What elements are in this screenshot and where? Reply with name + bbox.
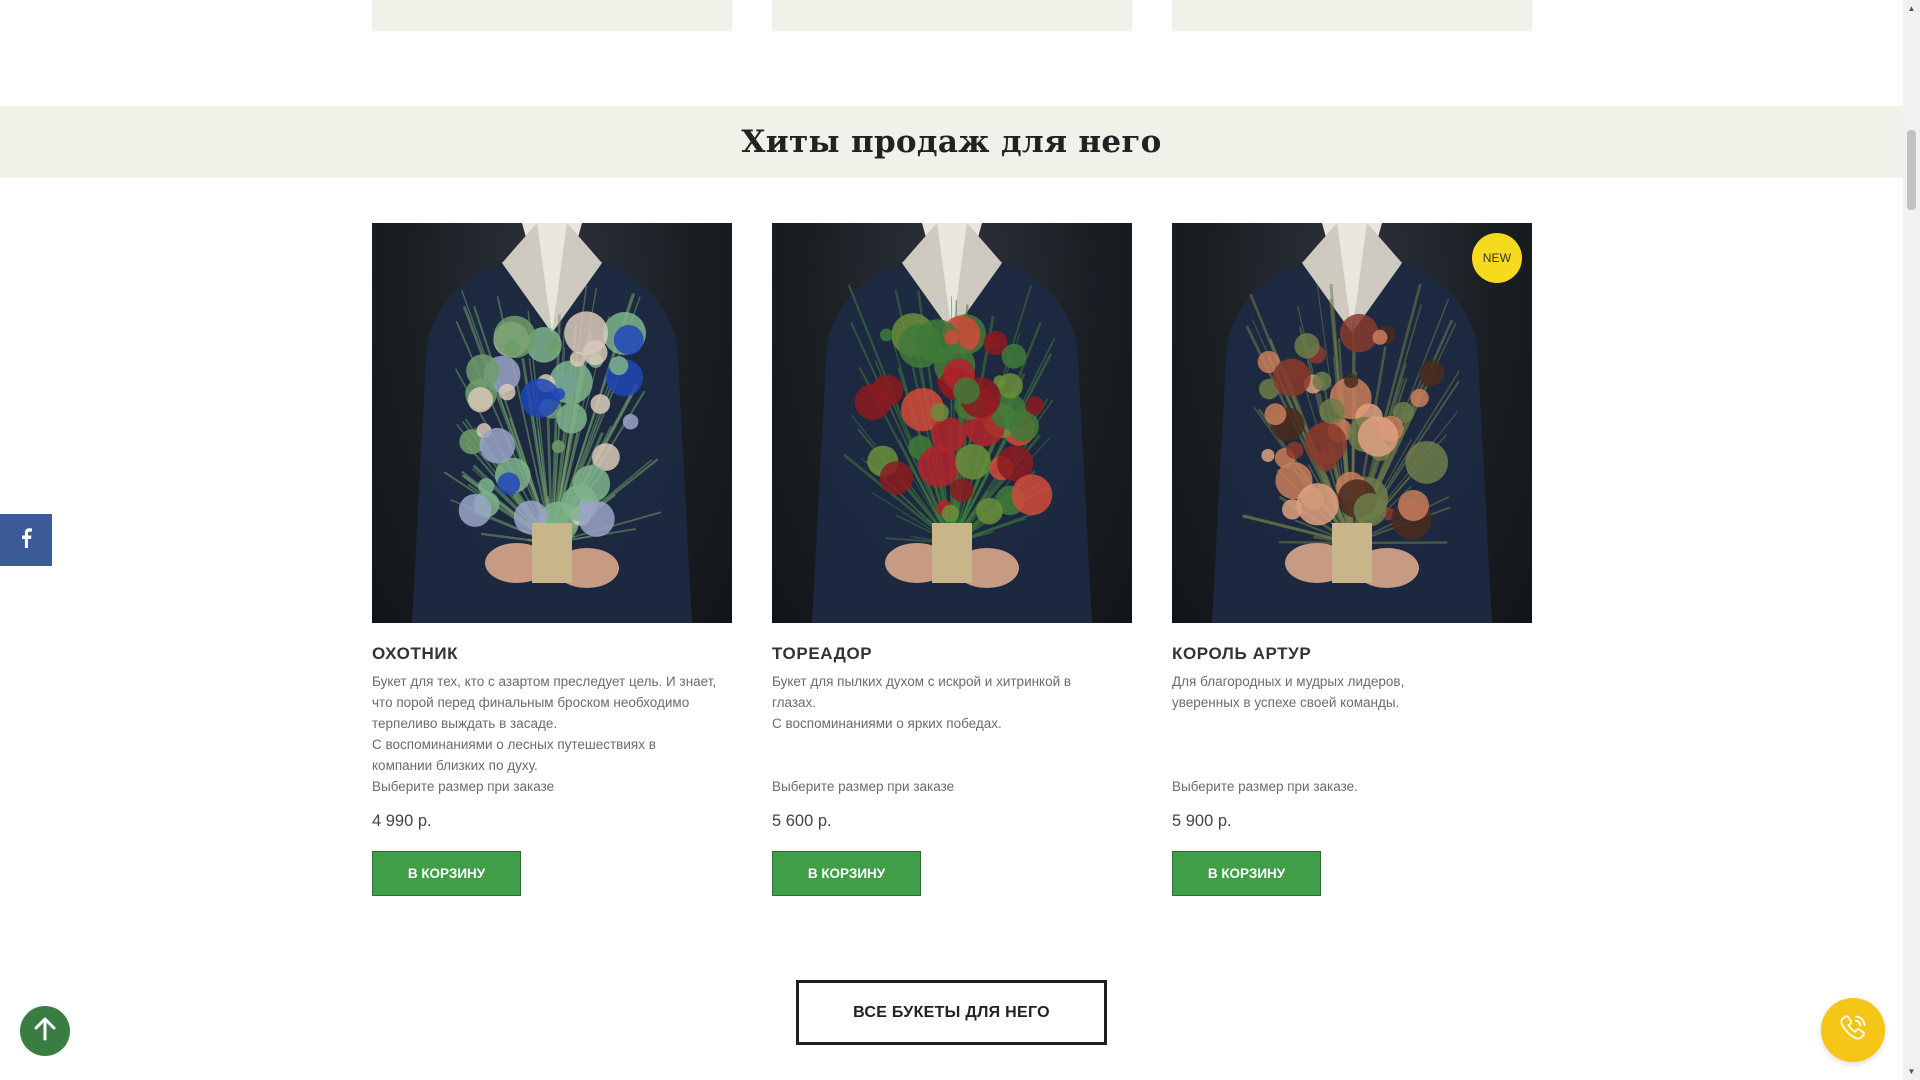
scroll-down-arrow-icon[interactable]: ▼ (1903, 1063, 1920, 1080)
product-name[interactable]: ТОРЕАДОР (772, 643, 1132, 665)
size-note: Выберите размер при заказе (372, 779, 555, 794)
scrollbar-thumb[interactable] (1907, 130, 1916, 210)
add-to-cart-button[interactable]: В КОРЗИНУ (772, 851, 921, 896)
size-note: Выберите размер при заказе (772, 779, 955, 794)
section-header: Хиты продаж для него (0, 106, 1903, 178)
product-card: NEW КОРОЛЬ АРТУР Для благородных и мудры… (1172, 223, 1532, 896)
bouquet-illustration (412, 223, 692, 623)
product-photo[interactable] (772, 223, 1132, 623)
vertical-scrollbar[interactable]: ▲ ▼ (1903, 0, 1920, 1080)
facebook-icon (19, 527, 33, 553)
callback-button[interactable] (1821, 998, 1885, 1062)
product-price: 5 600 р. (772, 812, 832, 830)
arrow-up-icon (30, 1014, 60, 1049)
product-card-bottom-edge (772, 0, 1132, 31)
product-description: Для благородных и мудрых лидеров, уверен… (1172, 674, 1405, 710)
scroll-up-arrow-icon[interactable]: ▲ (1903, 0, 1920, 17)
facebook-share-button[interactable] (0, 514, 52, 566)
add-to-cart-button[interactable]: В КОРЗИНУ (1172, 851, 1321, 896)
size-note: Выберите размер при заказе. (1172, 779, 1358, 794)
product-name[interactable]: ОХОТНИК (372, 643, 732, 665)
add-to-cart-button[interactable]: В КОРЗИНУ (372, 851, 521, 896)
product-photo[interactable] (372, 223, 732, 623)
scroll-to-top-button[interactable] (20, 1006, 70, 1056)
product-card-bottom-edge (1172, 0, 1532, 31)
product-description: Букет для пылких духом с искрой и хитрин… (772, 674, 1072, 731)
product-price: 4 990 р. (372, 812, 432, 830)
phone-call-icon (1836, 1011, 1870, 1050)
product-description: Букет для тех, кто с азартом преследует … (372, 674, 717, 773)
product-card-bottom-edge (372, 0, 732, 31)
product-price: 5 900 р. (1172, 812, 1232, 830)
new-badge: NEW (1472, 233, 1522, 283)
bouquet-illustration (1212, 223, 1492, 623)
product-card: ТОРЕАДОР Букет для пылких духом с искрой… (772, 223, 1132, 896)
page: Хиты продаж для него ОХОТНИК Букет для т… (0, 0, 1903, 1080)
product-photo[interactable]: NEW (1172, 223, 1532, 623)
product-name[interactable]: КОРОЛЬ АРТУР (1172, 643, 1532, 665)
bouquet-illustration (812, 223, 1092, 623)
section-title: Хиты продаж для него (741, 124, 1162, 160)
all-bouquets-button[interactable]: ВСЕ БУКЕТЫ ДЛЯ НЕГО (796, 980, 1107, 1045)
product-card: ОХОТНИК Букет для тех, кто с азартом пре… (372, 223, 732, 896)
